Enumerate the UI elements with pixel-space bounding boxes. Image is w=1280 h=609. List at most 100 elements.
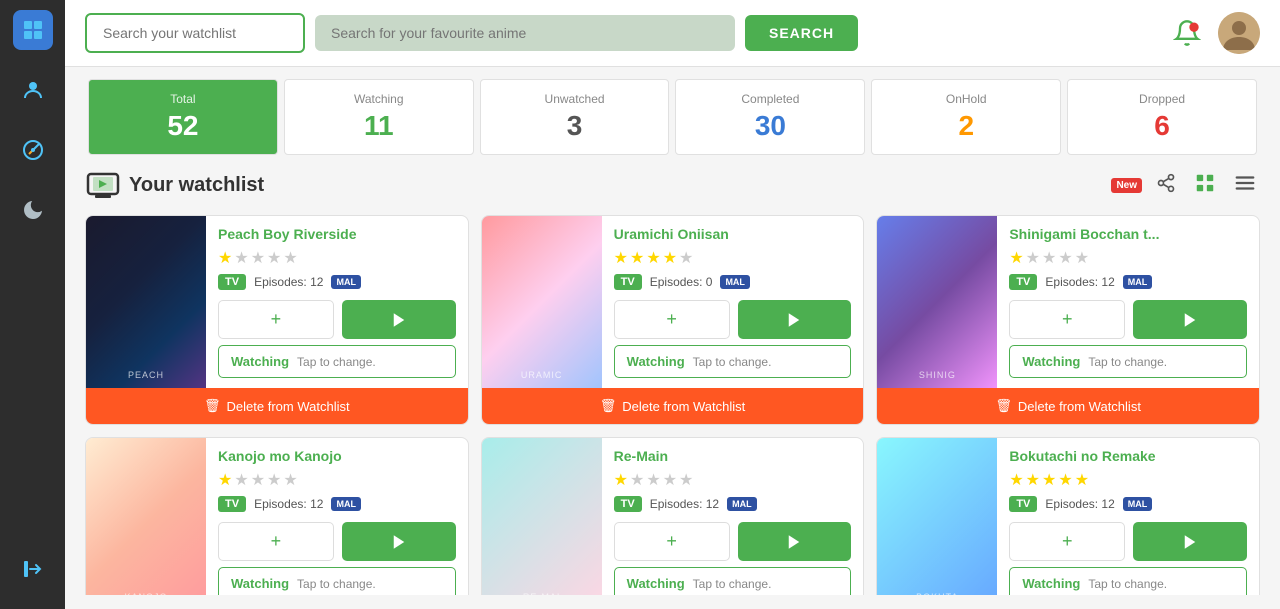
main-content: SEARCH Total 52 W [65, 0, 1280, 609]
cards-grid: Peach Peach Boy Riverside ★★★★★ TV Episo… [85, 215, 1260, 595]
watching-row[interactable]: Watching Tap to change. [1009, 345, 1247, 378]
anime-card: Uramic Uramichi Oniisan ★★★★★ TV Episode… [481, 215, 865, 425]
stat-onhold-label: OnHold [888, 92, 1044, 106]
grid-view-icon[interactable] [1190, 168, 1220, 203]
card-stars[interactable]: ★★★★★ [218, 248, 456, 268]
star-empty-icon: ★ [679, 248, 693, 268]
card-meta: TV Episodes: 12 MAL [218, 274, 456, 290]
watching-row[interactable]: Watching Tap to change. [218, 345, 456, 378]
notification-bell-icon[interactable] [1168, 14, 1206, 52]
star-empty-icon: ★ [251, 470, 265, 490]
sidebar-item-stats[interactable] [13, 130, 53, 170]
star-empty-icon: ★ [251, 248, 265, 268]
star-filled-icon: ★ [1009, 248, 1023, 268]
trash-icon: 🗑 [204, 398, 221, 414]
type-badge: TV [614, 274, 642, 290]
delete-text: Delete from Watchlist [227, 399, 350, 414]
mal-badge[interactable]: MAL [727, 497, 757, 511]
watching-row[interactable]: Watching Tap to change. [218, 567, 456, 595]
card-buttons: + [218, 300, 456, 339]
card-buttons: + [1009, 300, 1247, 339]
mal-badge[interactable]: MAL [1123, 497, 1153, 511]
sidebar-item-logout[interactable] [13, 549, 53, 589]
card-meta: TV Episodes: 12 MAL [614, 496, 852, 512]
card-stars[interactable]: ★★★★★ [1009, 248, 1247, 268]
stat-dropped-value: 6 [1084, 110, 1240, 142]
play-button[interactable] [738, 300, 852, 339]
card-stars[interactable]: ★★★★★ [614, 470, 852, 490]
mal-badge[interactable]: MAL [720, 275, 750, 289]
delete-row[interactable]: 🗑 Delete from Watchlist [482, 388, 864, 424]
star-filled-icon: ★ [663, 248, 677, 268]
sidebar-item-night[interactable] [13, 190, 53, 230]
stat-onhold[interactable]: OnHold 2 [871, 79, 1061, 155]
sidebar [0, 0, 65, 609]
card-buttons: + [614, 522, 852, 561]
play-button[interactable] [1133, 522, 1247, 561]
card-stars[interactable]: ★★★★★ [614, 248, 852, 268]
add-button[interactable]: + [218, 522, 334, 561]
card-stars[interactable]: ★★★★★ [1009, 470, 1247, 490]
card-info: Bokutachi no Remake ★★★★★ TV Episodes: 1… [997, 438, 1259, 595]
type-badge: TV [614, 496, 642, 512]
card-image-label: Re-Mai [482, 438, 602, 595]
mal-badge[interactable]: MAL [1123, 275, 1153, 289]
anime-card: Peach Peach Boy Riverside ★★★★★ TV Episo… [85, 215, 469, 425]
search-watchlist-input[interactable] [85, 13, 305, 53]
stats-row: Total 52 Watching 11 Unwatched 3 Complet… [65, 67, 1280, 167]
watching-row[interactable]: Watching Tap to change. [614, 567, 852, 595]
delete-row[interactable]: 🗑 Delete from Watchlist [877, 388, 1259, 424]
anime-card: Shinig Shinigami Bocchan t... ★★★★★ TV E… [876, 215, 1260, 425]
card-image: Kanojo [86, 438, 206, 595]
add-button[interactable]: + [614, 300, 730, 339]
tap-change-text: Tap to change. [297, 577, 376, 591]
episodes-text: Episodes: 0 [650, 275, 713, 289]
card-image-label: Bokuta [877, 438, 997, 595]
add-button[interactable]: + [218, 300, 334, 339]
sidebar-item-dashboard[interactable] [13, 10, 53, 50]
card-buttons: + [614, 300, 852, 339]
play-button[interactable] [342, 300, 456, 339]
star-filled-icon: ★ [614, 470, 628, 490]
episodes-text: Episodes: 12 [1045, 497, 1114, 511]
card-info: Shinigami Bocchan t... ★★★★★ TV Episodes… [997, 216, 1259, 388]
mal-badge[interactable]: MAL [331, 497, 361, 511]
add-button[interactable]: + [1009, 522, 1125, 561]
anime-card: Kanojo Kanojo mo Kanojo ★★★★★ TV Episode… [85, 437, 469, 595]
add-button[interactable]: + [1009, 300, 1125, 339]
delete-row[interactable]: 🗑 Delete from Watchlist [86, 388, 468, 424]
card-info: Peach Boy Riverside ★★★★★ TV Episodes: 1… [206, 216, 468, 388]
star-filled-icon: ★ [614, 248, 628, 268]
star-filled-icon: ★ [218, 248, 232, 268]
search-button[interactable]: SEARCH [745, 15, 858, 51]
play-button[interactable] [738, 522, 852, 561]
star-empty-icon: ★ [283, 248, 297, 268]
avatar[interactable] [1218, 12, 1260, 54]
play-button[interactable] [342, 522, 456, 561]
card-top: Re-Mai Re-Main ★★★★★ TV Episodes: 12 MAL… [482, 438, 864, 595]
stat-unwatched[interactable]: Unwatched 3 [480, 79, 670, 155]
type-badge: TV [1009, 274, 1037, 290]
watching-label: Watching [627, 576, 685, 591]
header: SEARCH [65, 0, 1280, 67]
share-icon[interactable] [1152, 169, 1180, 202]
watching-row[interactable]: Watching Tap to change. [614, 345, 852, 378]
card-image-label: Kanojo [86, 438, 206, 595]
tap-change-text: Tap to change. [693, 355, 772, 369]
star-empty-icon: ★ [1075, 248, 1089, 268]
stat-dropped-label: Dropped [1084, 92, 1240, 106]
stat-total[interactable]: Total 52 [88, 79, 278, 155]
card-title: Bokutachi no Remake [1009, 448, 1247, 464]
card-stars[interactable]: ★★★★★ [218, 470, 456, 490]
watching-row[interactable]: Watching Tap to change. [1009, 567, 1247, 595]
play-button[interactable] [1133, 300, 1247, 339]
stat-dropped[interactable]: Dropped 6 [1067, 79, 1257, 155]
list-view-icon[interactable] [1230, 168, 1260, 203]
stat-watching[interactable]: Watching 11 [284, 79, 474, 155]
sidebar-item-profile[interactable] [13, 70, 53, 110]
stat-onhold-value: 2 [888, 110, 1044, 142]
search-anime-input[interactable] [315, 15, 735, 51]
mal-badge[interactable]: MAL [331, 275, 361, 289]
add-button[interactable]: + [614, 522, 730, 561]
stat-completed[interactable]: Completed 30 [675, 79, 865, 155]
